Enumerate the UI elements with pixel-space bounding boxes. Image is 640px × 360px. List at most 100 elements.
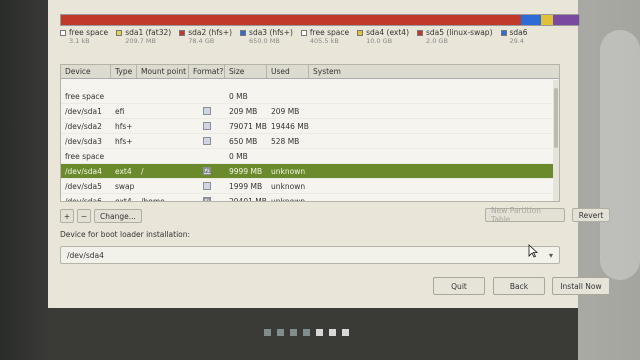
cell-used: unknown <box>271 166 306 176</box>
install-now-button[interactable]: Install Now <box>552 277 610 295</box>
legend-swatch <box>179 29 186 36</box>
legend-label: sda4 (ext4) <box>366 28 409 37</box>
cell-used: 19446 MB <box>271 121 309 131</box>
partition-legend: free space 3.1 kB sda1 (fat32) 209.7 MB sda2… <box>60 28 580 50</box>
screen-glare <box>600 30 640 280</box>
cell-size: 79071 MB <box>229 121 267 131</box>
table-header: Device Type Mount point Format? Size Use… <box>61 65 559 79</box>
boot-loader-value: /dev/sda4 <box>67 250 104 260</box>
cell-used: 528 MB <box>271 136 300 146</box>
col-used: Used <box>267 65 309 78</box>
cell-type: hfs+ <box>115 121 133 131</box>
table-row[interactable]: /dev/sda2 hfs+ 79071 MB 19446 MB <box>61 119 559 134</box>
cell-device: /dev/sda1 <box>65 106 102 116</box>
cell-used: unknown <box>271 196 306 202</box>
col-format: Format? <box>189 65 225 78</box>
change-partition-button[interactable]: Change... <box>94 209 142 223</box>
boot-loader-label: Device for boot loader installation: <box>60 230 191 239</box>
legend-swatch <box>116 29 123 36</box>
boot-loader-select[interactable]: /dev/sda4 ▾ <box>60 246 560 264</box>
cell-type: ext4 <box>115 196 132 202</box>
cell-format: ☑ <box>189 197 225 201</box>
table-row[interactable]: /dev/sda4 ext4 / ☑ 9999 MB unknown <box>61 164 559 179</box>
table-row[interactable]: /dev/sda5 swap 1999 MB unknown <box>61 179 559 194</box>
legend-swatch <box>240 29 247 36</box>
format-checkbox[interactable]: ☑ <box>203 197 211 201</box>
cell-format <box>189 107 225 115</box>
legend-label: sda6 <box>509 28 528 37</box>
table-row[interactable]: free space 0 MB <box>61 89 559 104</box>
legend-label: sda5 (linux-swap) <box>426 28 493 37</box>
legend-item: free space 3.1 kB <box>60 28 108 50</box>
cell-format <box>189 122 225 130</box>
cell-type: hfs+ <box>115 136 133 146</box>
legend-item: sda4 (ext4) 10.0 GB <box>357 28 409 50</box>
table-row[interactable]: /dev/sda1 efi 209 MB 209 MB <box>61 104 559 119</box>
table-row[interactable]: free space 0 MB <box>61 149 559 164</box>
legend-swatch <box>357 29 364 36</box>
cell-used: unknown <box>271 181 306 191</box>
table-row[interactable]: /dev/sda6 ext4/home ☑ 29401 MB unknown <box>61 194 559 202</box>
cell-format <box>189 182 225 190</box>
partition-table[interactable]: Device Type Mount point Format? Size Use… <box>60 64 560 202</box>
format-checkbox[interactable] <box>203 122 211 130</box>
quit-button[interactable]: Quit <box>433 277 485 295</box>
legend-size: 405.5 kB <box>309 37 339 45</box>
partition-bar-segment <box>521 15 541 25</box>
legend-size: 78.4 GB <box>188 37 215 45</box>
legend-size: 10.0 GB <box>366 37 393 45</box>
cell-used: 209 MB <box>271 106 300 116</box>
legend-swatch <box>300 29 307 36</box>
cell-mount: /home <box>141 196 165 202</box>
cell-device: free space <box>65 91 105 101</box>
legend-label: sda1 (fat32) <box>125 28 172 37</box>
legend-label: free space <box>69 28 109 37</box>
new-partition-table-button[interactable]: New Partition Table... <box>485 206 565 224</box>
table-scrollbar[interactable] <box>553 80 559 201</box>
legend-swatch <box>417 29 423 36</box>
remove-partition-button[interactable]: − <box>77 209 91 223</box>
mouse-cursor-icon <box>528 244 538 258</box>
partition-bar-segment <box>553 15 579 25</box>
cell-type: efi <box>115 106 125 116</box>
legend-size: 650.0 MB <box>249 37 280 45</box>
back-button[interactable]: Back <box>493 277 545 295</box>
format-checkbox[interactable] <box>203 182 211 190</box>
table-row-partial <box>61 79 559 89</box>
legend-item: sda2 (hfs+) 78.4 GB <box>179 28 232 50</box>
cell-size: 9999 MB <box>229 166 263 176</box>
progress-dot <box>316 329 323 336</box>
legend-size: 2.0 GB <box>426 37 448 45</box>
col-device: Device <box>61 65 111 78</box>
add-partition-button[interactable]: + <box>60 209 74 223</box>
cell-device: /dev/sda5 <box>65 181 102 191</box>
col-type: Type <box>111 65 137 78</box>
table-row[interactable]: /dev/sda3 hfs+ 650 MB 528 MB <box>61 134 559 149</box>
partition-bar <box>60 14 580 26</box>
scrollbar-thumb[interactable] <box>554 88 558 148</box>
col-system: System <box>313 67 341 76</box>
cell-type: swap <box>115 181 135 191</box>
cell-device: /dev/sda2 <box>65 121 102 131</box>
cell-size: 0 MB <box>229 151 248 161</box>
cell-mount: / <box>141 166 144 176</box>
progress-dots <box>264 329 349 336</box>
cell-device: /dev/sda4 <box>65 166 102 176</box>
progress-dot <box>303 329 310 336</box>
legend-label: free space <box>309 28 350 37</box>
legend-item: sda6 29.4 <box>500 28 528 50</box>
progress-dot <box>290 329 297 336</box>
revert-button[interactable]: Revert <box>572 208 610 222</box>
table-body[interactable]: free space 0 MB/dev/sda1 efi 209 MB 209 MB/d… <box>61 89 559 202</box>
partition-bar-segment <box>61 15 522 25</box>
format-checkbox[interactable]: ☑ <box>203 167 211 175</box>
cell-size: 1999 MB <box>229 181 263 191</box>
chevron-down-icon: ▾ <box>548 250 553 260</box>
cell-device: free space <box>65 151 105 161</box>
format-checkbox[interactable] <box>203 107 211 115</box>
format-checkbox[interactable] <box>203 137 211 145</box>
legend-size: 209.7 MB <box>125 37 156 45</box>
cell-device: /dev/sda6 <box>65 196 102 202</box>
progress-dot <box>329 329 336 336</box>
progress-dot <box>277 329 284 336</box>
